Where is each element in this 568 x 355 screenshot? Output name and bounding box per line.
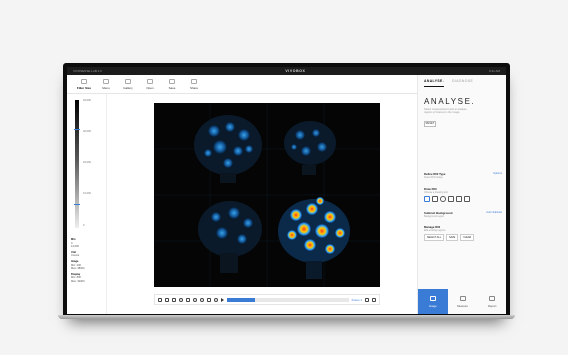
draw-roi-section: Draw ROI Choose a drawing tool	[424, 187, 502, 202]
image-canvas[interactable]	[154, 103, 380, 287]
colorbar-tick: 40,000	[83, 99, 91, 102]
colorbar-tick: 20,000	[83, 161, 91, 164]
contrast-icon[interactable]	[207, 297, 211, 302]
toolbar-gallery-button[interactable]: Gallery	[117, 75, 139, 93]
toolbar-filter-button[interactable]: Filter Size	[73, 75, 95, 93]
circle-roi-icon[interactable]	[440, 196, 446, 202]
colorbar-max-marker[interactable]	[74, 129, 80, 131]
filter-icon	[81, 78, 87, 84]
background-section: Subtract Background Background region Au…	[424, 211, 502, 218]
select-all-button[interactable]: SELECT ALL	[424, 234, 445, 241]
panel-title: ANALYSE.	[424, 97, 476, 106]
tab-diagnose[interactable]: DIAGNOSE	[452, 79, 473, 87]
rotate-icon[interactable]	[200, 297, 204, 302]
save-roi-button[interactable]: SAVE	[446, 234, 459, 241]
roi-options-link[interactable]: Options	[493, 172, 502, 175]
image-icon[interactable]	[165, 297, 169, 302]
clear-roi-button[interactable]: CLEAR	[460, 234, 475, 241]
timeline-slider[interactable]	[227, 297, 349, 302]
auto-subtract-link[interactable]: Auto Subtract	[486, 211, 502, 214]
square-roi-icon[interactable]	[456, 196, 462, 202]
freehand-roi-icon[interactable]	[464, 196, 470, 202]
title-bar: VIVOSENSE LAB 2.0 VIVOBOX 9:41 AM	[67, 67, 506, 75]
toolbar-menu-button[interactable]: Menu	[95, 75, 117, 93]
panel-tabs: ANALYSE. DIAGNOSE	[418, 75, 506, 87]
colorbar-min-marker[interactable]	[74, 204, 80, 206]
polygon-roi-icon[interactable]	[424, 196, 430, 202]
toolbar-save-button[interactable]: Save	[161, 75, 183, 93]
intensity-colorbar	[75, 100, 79, 228]
image-info: Min 0 12,000 Unit Counts Image Min: 200 …	[71, 238, 85, 283]
playback-controls: Frame 1	[154, 294, 380, 305]
grid-roi-icon[interactable]	[448, 196, 454, 202]
zoom-icon[interactable]	[179, 297, 183, 302]
ruler-icon[interactable]	[186, 297, 190, 302]
toolbar-share-button[interactable]: Share	[183, 75, 205, 93]
settings-icon[interactable]	[214, 297, 218, 302]
fluorescence-image	[154, 103, 380, 287]
bottom-nav: Image Measure Report	[418, 289, 506, 314]
toolbar-open-button[interactable]: Open	[139, 75, 161, 93]
tab-analyse[interactable]: ANALYSE.	[424, 79, 445, 87]
folder-icon	[147, 78, 153, 84]
colorbar-tick: 30,000	[83, 130, 91, 133]
play-icon[interactable]	[221, 297, 224, 302]
image-icon	[429, 295, 436, 301]
brand-logo: VIVOBOX	[285, 69, 306, 73]
main-toolbar: Filter Size Menu Gallery Open Save Share	[67, 75, 417, 94]
manage-roi-section: Manage ROI Edit existing regions SELECT …	[424, 225, 502, 241]
reset-button[interactable]: RESET	[424, 120, 436, 127]
image-viewer-area: Frame 1	[107, 94, 417, 314]
panel-description: Select measurement tools to analyse regi…	[424, 108, 467, 115]
colorbar-tick: 10,000	[83, 192, 91, 195]
nav-image[interactable]: Image	[418, 289, 448, 314]
share-icon	[191, 78, 197, 84]
delete-icon[interactable]	[372, 297, 376, 302]
export-icon[interactable]	[365, 297, 369, 302]
gallery-icon	[125, 78, 131, 84]
nav-measure[interactable]: Measure	[448, 289, 478, 314]
title-clock: 9:41 AM	[488, 69, 500, 73]
roi-tools	[424, 196, 502, 202]
menu-icon	[103, 78, 109, 84]
frame-label: Frame 1	[351, 297, 362, 302]
monitor-base	[58, 315, 515, 319]
roi-type-section: Define ROI Type Select ROI shape Options	[424, 172, 502, 179]
analyse-panel: ANALYSE. DIAGNOSE ANALYSE. Select measur…	[417, 75, 506, 314]
link-icon[interactable]	[172, 297, 176, 302]
rectangle-roi-icon[interactable]	[432, 196, 438, 202]
timeline-progress	[227, 297, 255, 302]
fit-icon[interactable]	[158, 297, 162, 302]
report-icon	[489, 295, 496, 301]
save-icon	[169, 78, 175, 84]
manage-buttons: SELECT ALL SAVE CLEAR	[424, 234, 502, 241]
measure-icon	[459, 295, 466, 301]
colorbar-tick: 0	[83, 224, 85, 227]
monitor-frame: VIVOSENSE LAB 2.0 VIVOBOX 9:41 AM Filter…	[63, 63, 510, 318]
title-left-text: VIVOSENSE LAB 2.0	[73, 69, 102, 73]
app-screen: VIVOSENSE LAB 2.0 VIVOBOX 9:41 AM Filter…	[67, 67, 506, 314]
nav-report[interactable]: Report	[477, 289, 506, 314]
crosshair-icon[interactable]	[193, 297, 197, 302]
colorbar-panel: 40,000 30,000 20,000 10,000 0 Min 0 12,0…	[67, 94, 107, 314]
